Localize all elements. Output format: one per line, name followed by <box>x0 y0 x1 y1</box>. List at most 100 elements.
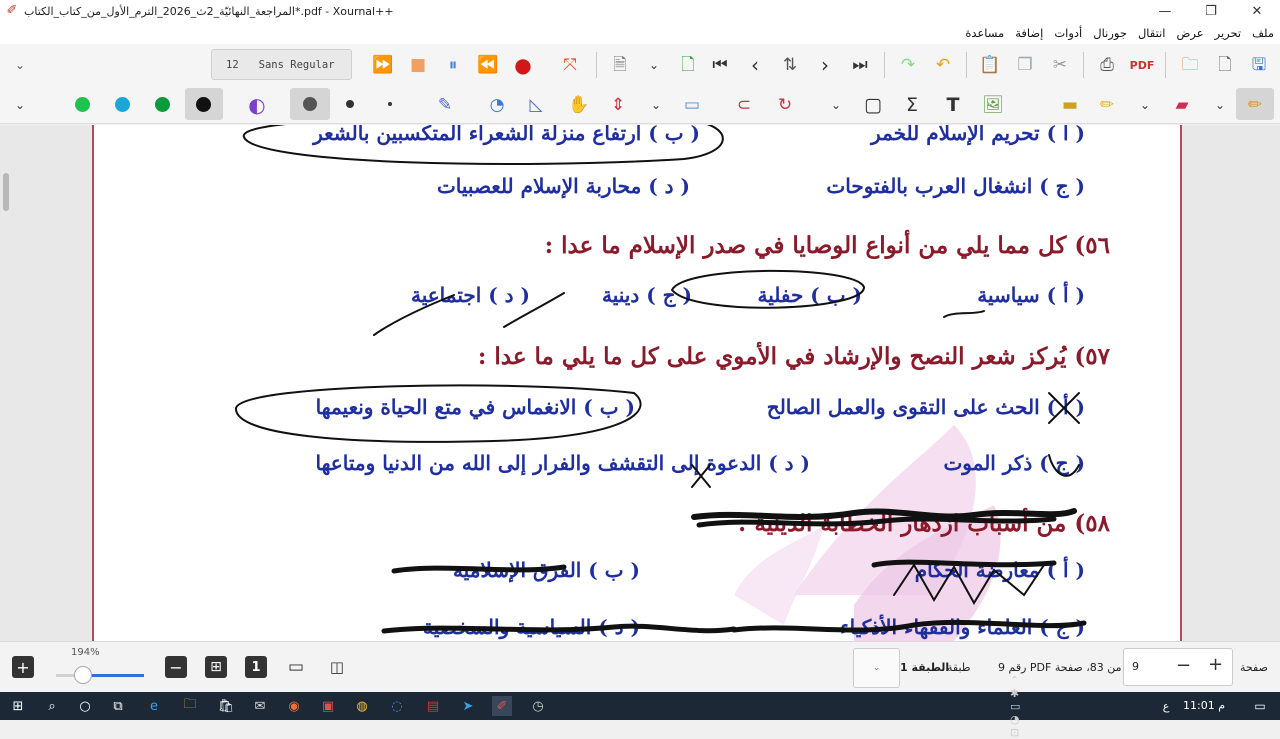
copy-icon[interactable]: ❐ <box>1011 51 1039 79</box>
pen-tool-icon[interactable]: ✏ <box>1241 91 1269 119</box>
menu-file[interactable]: ملف <box>1252 26 1274 40</box>
toolbar-overflow-icon[interactable]: ⌄ <box>6 51 34 79</box>
delete-page-dropdown-icon[interactable]: ⌄ <box>640 51 668 79</box>
zoom-out-icon[interactable]: − <box>165 656 187 678</box>
edge-icon[interactable]: e <box>144 696 164 716</box>
color-dark-green-button[interactable] <box>155 97 170 112</box>
pause-icon[interactable]: ⏸ <box>439 51 467 79</box>
color-green-button[interactable] <box>75 97 90 112</box>
pdf-app-icon[interactable]: ▤ <box>423 696 443 716</box>
last-page-icon[interactable]: ⏭ <box>846 51 874 79</box>
menu-journal[interactable]: جورنال <box>1093 26 1127 40</box>
zoom-100-icon[interactable]: 1 <box>245 656 267 678</box>
rotate-select-icon[interactable]: ↻ <box>771 91 799 119</box>
cut-icon[interactable]: ✂ <box>1046 51 1074 79</box>
medium-stroke-button[interactable] <box>346 100 354 108</box>
export-pdf-icon[interactable]: PDF <box>1128 51 1156 79</box>
tray-icons[interactable]: ⌃ ✱ ▭ ◔ ⊡ <box>1010 674 1030 739</box>
undo-icon[interactable]: ↶ <box>929 51 957 79</box>
windows-start-icon[interactable]: ⊞ <box>8 696 28 716</box>
goto-page-icon[interactable]: ⇅ <box>776 51 804 79</box>
toolbar2-overflow-icon[interactable]: ⌄ <box>6 91 34 119</box>
restore-button[interactable]: ❐ <box>1188 0 1234 22</box>
delete-page-icon[interactable]: 🗎 <box>606 51 634 79</box>
thick-stroke-button[interactable] <box>303 97 317 111</box>
fast-forward-icon[interactable]: ⏩ <box>369 51 397 79</box>
stop-icon[interactable]: ■ <box>404 51 432 79</box>
color-black-button[interactable] <box>196 97 211 112</box>
menu-edit[interactable]: تحرير <box>1215 26 1242 40</box>
document-canvas[interactable]: ( أ ) تحريم الإسلام للخمر ( ب ) ارتفاع م… <box>0 125 1280 641</box>
color-picker-icon[interactable]: ◐ <box>243 91 271 119</box>
open-folder-icon[interactable]: 🗀 <box>1176 51 1204 79</box>
next-page-icon[interactable]: › <box>811 51 839 79</box>
page-increment-button[interactable]: + <box>1208 654 1223 675</box>
select-lasso-icon[interactable]: ⊂ <box>730 91 758 119</box>
save-icon[interactable]: 🖫 <box>1245 51 1273 79</box>
chrome-icon[interactable]: ◍ <box>352 696 372 716</box>
document-page[interactable]: ( أ ) تحريم الإسلام للخمر ( ب ) ارتفاع م… <box>92 125 1182 641</box>
ruler-icon[interactable]: ◺ <box>522 91 550 119</box>
eraser-dropdown-icon[interactable]: ⌄ <box>1206 91 1234 119</box>
keyboard-language[interactable]: ع <box>1156 696 1176 716</box>
page-decrement-button[interactable]: − <box>1176 655 1191 676</box>
first-page-icon[interactable]: ⏮ <box>706 51 734 79</box>
zoom-in-icon[interactable]: + <box>12 656 34 678</box>
zoom-fit-icon[interactable]: ⊞ <box>205 656 227 678</box>
zoom-slider-handle[interactable] <box>74 666 92 684</box>
new-document-icon[interactable]: 🗋 <box>1211 51 1239 79</box>
highlight-pen-icon[interactable]: ✏ <box>1093 91 1121 119</box>
search-icon[interactable]: ⌕ <box>42 696 62 716</box>
media-icon[interactable]: ▣ <box>318 696 338 716</box>
record-icon[interactable]: ● <box>509 51 537 79</box>
menu-plugin[interactable]: إضافة <box>1015 26 1043 40</box>
hand-tool-icon[interactable]: ✋ <box>565 91 593 119</box>
vertical-space-dropdown-icon[interactable]: ⌄ <box>642 91 670 119</box>
draw-circle-icon[interactable]: ◔ <box>483 91 511 119</box>
select-dropdown-icon[interactable]: ⌄ <box>822 91 850 119</box>
firefox-icon[interactable]: ◉ <box>284 696 304 716</box>
file-explorer-icon[interactable]: 🗀 <box>180 696 200 716</box>
notification-icon[interactable]: ▭ <box>1250 696 1270 716</box>
telegram-icon[interactable]: ➤ <box>458 696 478 716</box>
dual-page-icon[interactable]: ◫ <box>325 656 349 678</box>
task-view-icon[interactable]: ⧉ <box>108 696 128 716</box>
select-rectangle-icon[interactable]: ▭ <box>678 91 706 119</box>
shape-recognizer-icon[interactable]: ✎ <box>431 91 459 119</box>
clock-app-icon[interactable]: ◷ <box>528 696 548 716</box>
minimize-button[interactable]: — <box>1142 0 1188 22</box>
fullscreen-icon[interactable]: ⤧ <box>556 51 584 79</box>
highlighter-icon[interactable]: ▬ <box>1056 91 1084 119</box>
rectangle-icon[interactable]: ▢ <box>859 91 887 119</box>
mail-icon[interactable]: ✉ <box>250 696 270 716</box>
cortana-icon[interactable]: ○ <box>75 696 95 716</box>
menu-view[interactable]: عرض <box>1176 26 1203 40</box>
xournal-taskbar-icon[interactable]: ✐ <box>492 696 512 716</box>
clock-time[interactable]: 11:01 م <box>1183 699 1225 712</box>
menu-help[interactable]: مساعدة <box>965 26 1004 40</box>
fine-stroke-button[interactable] <box>388 102 392 106</box>
vertical-space-icon[interactable]: ⇕ <box>604 91 632 119</box>
redo-icon[interactable]: ↷ <box>894 51 922 79</box>
close-button[interactable]: ✕ <box>1234 0 1280 22</box>
image-tool-icon[interactable]: 🖼 <box>979 91 1007 119</box>
text-tool-icon[interactable]: T <box>939 91 967 119</box>
color-cyan-button[interactable] <box>115 97 130 112</box>
presentation-mode-icon[interactable]: ▭ <box>285 656 307 678</box>
add-page-icon[interactable]: 🗋 <box>674 51 702 79</box>
page-number-input[interactable]: 9 <box>1132 660 1139 673</box>
paste-icon[interactable]: 📋 <box>976 51 1004 79</box>
vertical-scrollbar-thumb[interactable] <box>3 173 9 211</box>
print-icon[interactable]: ⎙ <box>1093 51 1121 79</box>
menu-tools[interactable]: أدوات <box>1054 26 1082 40</box>
highlighter-dropdown-icon[interactable]: ⌄ <box>1131 91 1159 119</box>
eraser-icon[interactable]: ▰ <box>1168 91 1196 119</box>
latex-sigma-icon[interactable]: Σ <box>898 91 926 119</box>
font-selector-button[interactable]: 12 Sans Regular <box>211 49 352 80</box>
page-number-spinner[interactable]: 9 − + <box>1123 648 1233 686</box>
previous-page-icon[interactable]: ‹ <box>741 51 769 79</box>
layer-dropdown[interactable]: ⌄ <box>853 648 900 688</box>
rewind-icon[interactable]: ⏪ <box>474 51 502 79</box>
menu-navigation[interactable]: انتقال <box>1138 26 1166 40</box>
messenger-icon[interactable]: ◌ <box>387 696 407 716</box>
